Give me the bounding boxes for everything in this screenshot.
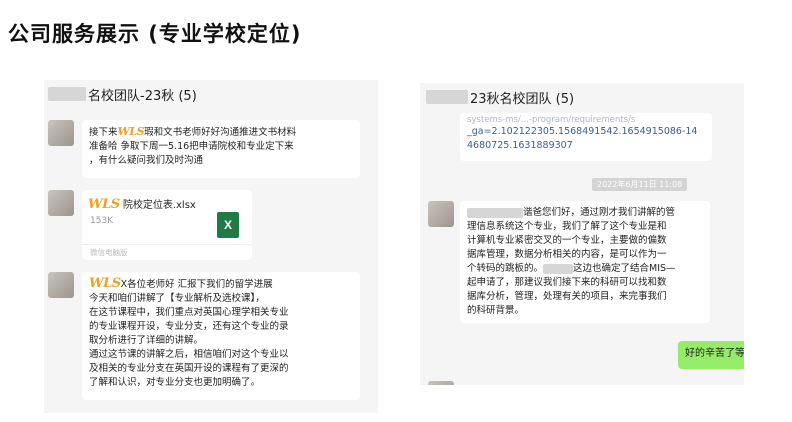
file-source-label: 微信电脑版 (90, 248, 128, 257)
wls-logo: WLS (88, 197, 120, 212)
chat-message-bubble[interactable]: 谐爸您们好，通过刚才我们讲解的管 理信息系统这个专业，我们了解了这个专业是和 计… (460, 201, 710, 323)
message-text: 取分析进行了详细的讲解。 (89, 335, 204, 346)
page-title: 公司服务展示 (专业学校定位) (8, 22, 302, 46)
blurred-group-prefix (48, 87, 86, 101)
message-text: ，有什么疑问我们及时沟通 (89, 155, 204, 166)
message-text: 据库分析，管理，处理有关的项目，来完事我们 (467, 291, 667, 302)
message-text: 个转码的跳板的。 (467, 263, 544, 274)
excel-file-icon: X (217, 212, 239, 238)
message-timestamp: 2022年6月11日 11:08 (592, 178, 688, 191)
link-message-bubble[interactable]: systems-ms/...-program/requirements/s _g… (460, 113, 712, 161)
chat-message-bubble[interactable]: 接下来WLS瑕和文书老师好好沟通推进文书材料 准备哈 争取下周一5.16把申请院… (82, 120, 360, 178)
message-text: 在这节课程中，我们重点对英国心理学相关专业 (89, 307, 289, 318)
wls-logo: WLS (117, 125, 145, 138)
message-text: 谐爸您们好，通过刚才我们讲解的管 (523, 207, 676, 218)
avatar[interactable] (48, 272, 74, 298)
right-chat-panel: 23秋名校团队 (5) systems-ms/...-program/requi… (420, 83, 744, 385)
left-chat-panel: 名校团队-23秋 (5) 接下来WLS瑕和文书老师好好沟通推进文书材料 准备哈 … (44, 80, 378, 413)
avatar[interactable] (48, 120, 74, 146)
message-text: 了解和认识，对专业分支也更加明确了。 (89, 377, 261, 388)
avatar[interactable] (428, 201, 454, 227)
message-text: 准备哈 争取下周一5.16把申请院校和专业定下来 (89, 141, 294, 152)
avatar[interactable] (428, 381, 454, 385)
file-attachment-card[interactable]: WLS 院校定位表.xlsx 153K X 微信电脑版 (82, 190, 252, 260)
blurred-group-prefix (426, 90, 468, 104)
link-text[interactable]: 4680725.1631889307 (467, 139, 705, 153)
message-text: 的专业课程开设，专业分支，还有这个专业的录 (89, 321, 289, 332)
message-text: 据库管理，数据分析相关的内容，是可以作为一 (467, 249, 667, 260)
message-text: 这边也确定了结合MIS— (573, 263, 676, 274)
reply-message-bubble[interactable]: 好的辛苦了等 (678, 341, 744, 369)
message-text: 今天和咱们讲解了【专业解析及选校课】， (89, 293, 265, 304)
left-chat-title: 名校团队-23秋 (5) (88, 88, 197, 104)
message-text: 通过这节课的讲解之后，相信咱们对这个专业以 (89, 349, 289, 360)
blurred-name (467, 207, 523, 218)
message-text: X各位老师好 汇报下我们的留学进展 (120, 279, 273, 290)
message-text: 瑕和文书老师好好沟通推进文书材料 (144, 127, 297, 138)
file-size: 153K (90, 216, 114, 226)
link-text[interactable]: systems-ms/...-program/requirements/s (467, 115, 705, 125)
message-text: 计算机专业紧密交叉的一个专业，主要做的偏数 (467, 235, 667, 246)
right-chat-title: 23秋名校团队 (5) (470, 91, 575, 107)
file-name: 院校定位表.xlsx (122, 200, 196, 211)
avatar[interactable] (48, 190, 74, 216)
chat-message-bubble[interactable]: WLSX各位老师好 汇报下我们的留学进展 今天和咱们讲解了【专业解析及选校课】，… (82, 272, 360, 400)
right-chat-header: 23秋名校团队 (5) (420, 83, 744, 111)
message-text: 接下来 (89, 127, 118, 138)
message-text: 及相关的专业分支在英国开设的课程有了更深的 (89, 363, 289, 374)
blurred-name (543, 263, 574, 274)
message-text: 起申请了，那建议我们接下来的科研可以找和数 (467, 277, 667, 288)
message-text: 的科研背景。 (467, 305, 525, 316)
message-text: 理信息系统这个专业，我们了解了这个专业是和 (467, 221, 667, 232)
link-text[interactable]: _ga=2.102122305.1568491542.1654915086-14 (467, 125, 705, 139)
wls-logo: WLS (89, 276, 121, 291)
left-chat-header: 名校团队-23秋 (5) (44, 80, 378, 108)
